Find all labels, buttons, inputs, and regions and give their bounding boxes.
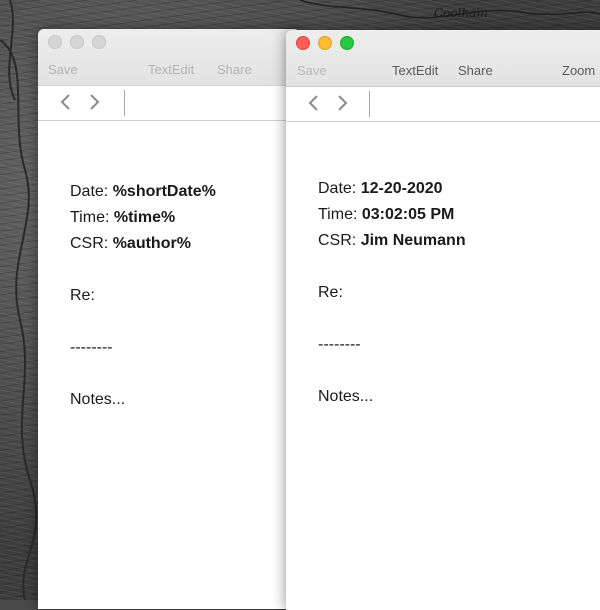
time-placeholder: %time% [113,209,176,226]
author-placeholder: %author% [112,235,191,252]
share-button[interactable]: Share [458,63,493,78]
navigation-bar [286,86,600,122]
window-titlebar[interactable]: Save TextEdit Share [38,29,300,85]
close-button[interactable] [48,35,62,49]
csr-line: CSR: %author% [70,235,191,252]
forward-chevron-icon[interactable] [84,91,104,113]
zoom-menu-button[interactable]: Zoom [562,63,595,78]
window-titlebar[interactable]: Save TextEdit Share Zoom [286,30,600,86]
back-chevron-icon[interactable] [304,92,324,114]
toolbar-divider [369,91,370,117]
share-button[interactable]: Share [217,62,252,77]
csr-line: CSR: Jim Neumann [318,232,466,249]
window-controls [48,35,106,49]
toolbar-divider [124,90,125,116]
notes-line: Notes... [70,391,126,408]
map-handwriting: Coolham [434,6,488,20]
forward-chevron-icon[interactable] [332,92,352,114]
divider-line: -------- [70,339,113,356]
document-body[interactable]: Date: 12-20-2020 Time: 03:02:05 PM CSR: … [318,176,466,410]
divider-line: -------- [318,336,361,353]
zoom-button[interactable] [92,35,106,49]
time-value: 03:02:05 PM [361,206,455,223]
date-line: Date: %shortDate% [70,183,216,200]
window-controls [296,36,354,50]
zoom-button[interactable] [340,36,354,50]
save-button[interactable]: Save [297,63,327,78]
minimize-button[interactable] [318,36,332,50]
textedit-window-filled[interactable]: Save TextEdit Share Zoom Date: 12-20-202… [286,30,600,610]
notes-line: Notes... [318,388,374,405]
save-button[interactable]: Save [48,62,78,77]
author-value: Jim Neumann [360,232,466,249]
minimize-button[interactable] [70,35,84,49]
textedit-menu-button[interactable]: TextEdit [148,62,194,77]
date-value: 12-20-2020 [360,180,443,197]
textedit-window-template[interactable]: Save TextEdit Share Date: %shortDate% Ti… [38,29,300,609]
date-line: Date: 12-20-2020 [318,180,443,197]
close-button[interactable] [296,36,310,50]
re-line: Re: [70,287,95,304]
navigation-bar [38,85,300,121]
back-chevron-icon[interactable] [56,91,76,113]
document-body[interactable]: Date: %shortDate% Time: %time% CSR: %aut… [70,179,216,413]
re-line: Re: [318,284,343,301]
date-placeholder: %shortDate% [112,183,216,200]
time-line: Time: %time% [70,209,176,226]
textedit-menu-button[interactable]: TextEdit [392,63,438,78]
time-line: Time: 03:02:05 PM [318,206,455,223]
